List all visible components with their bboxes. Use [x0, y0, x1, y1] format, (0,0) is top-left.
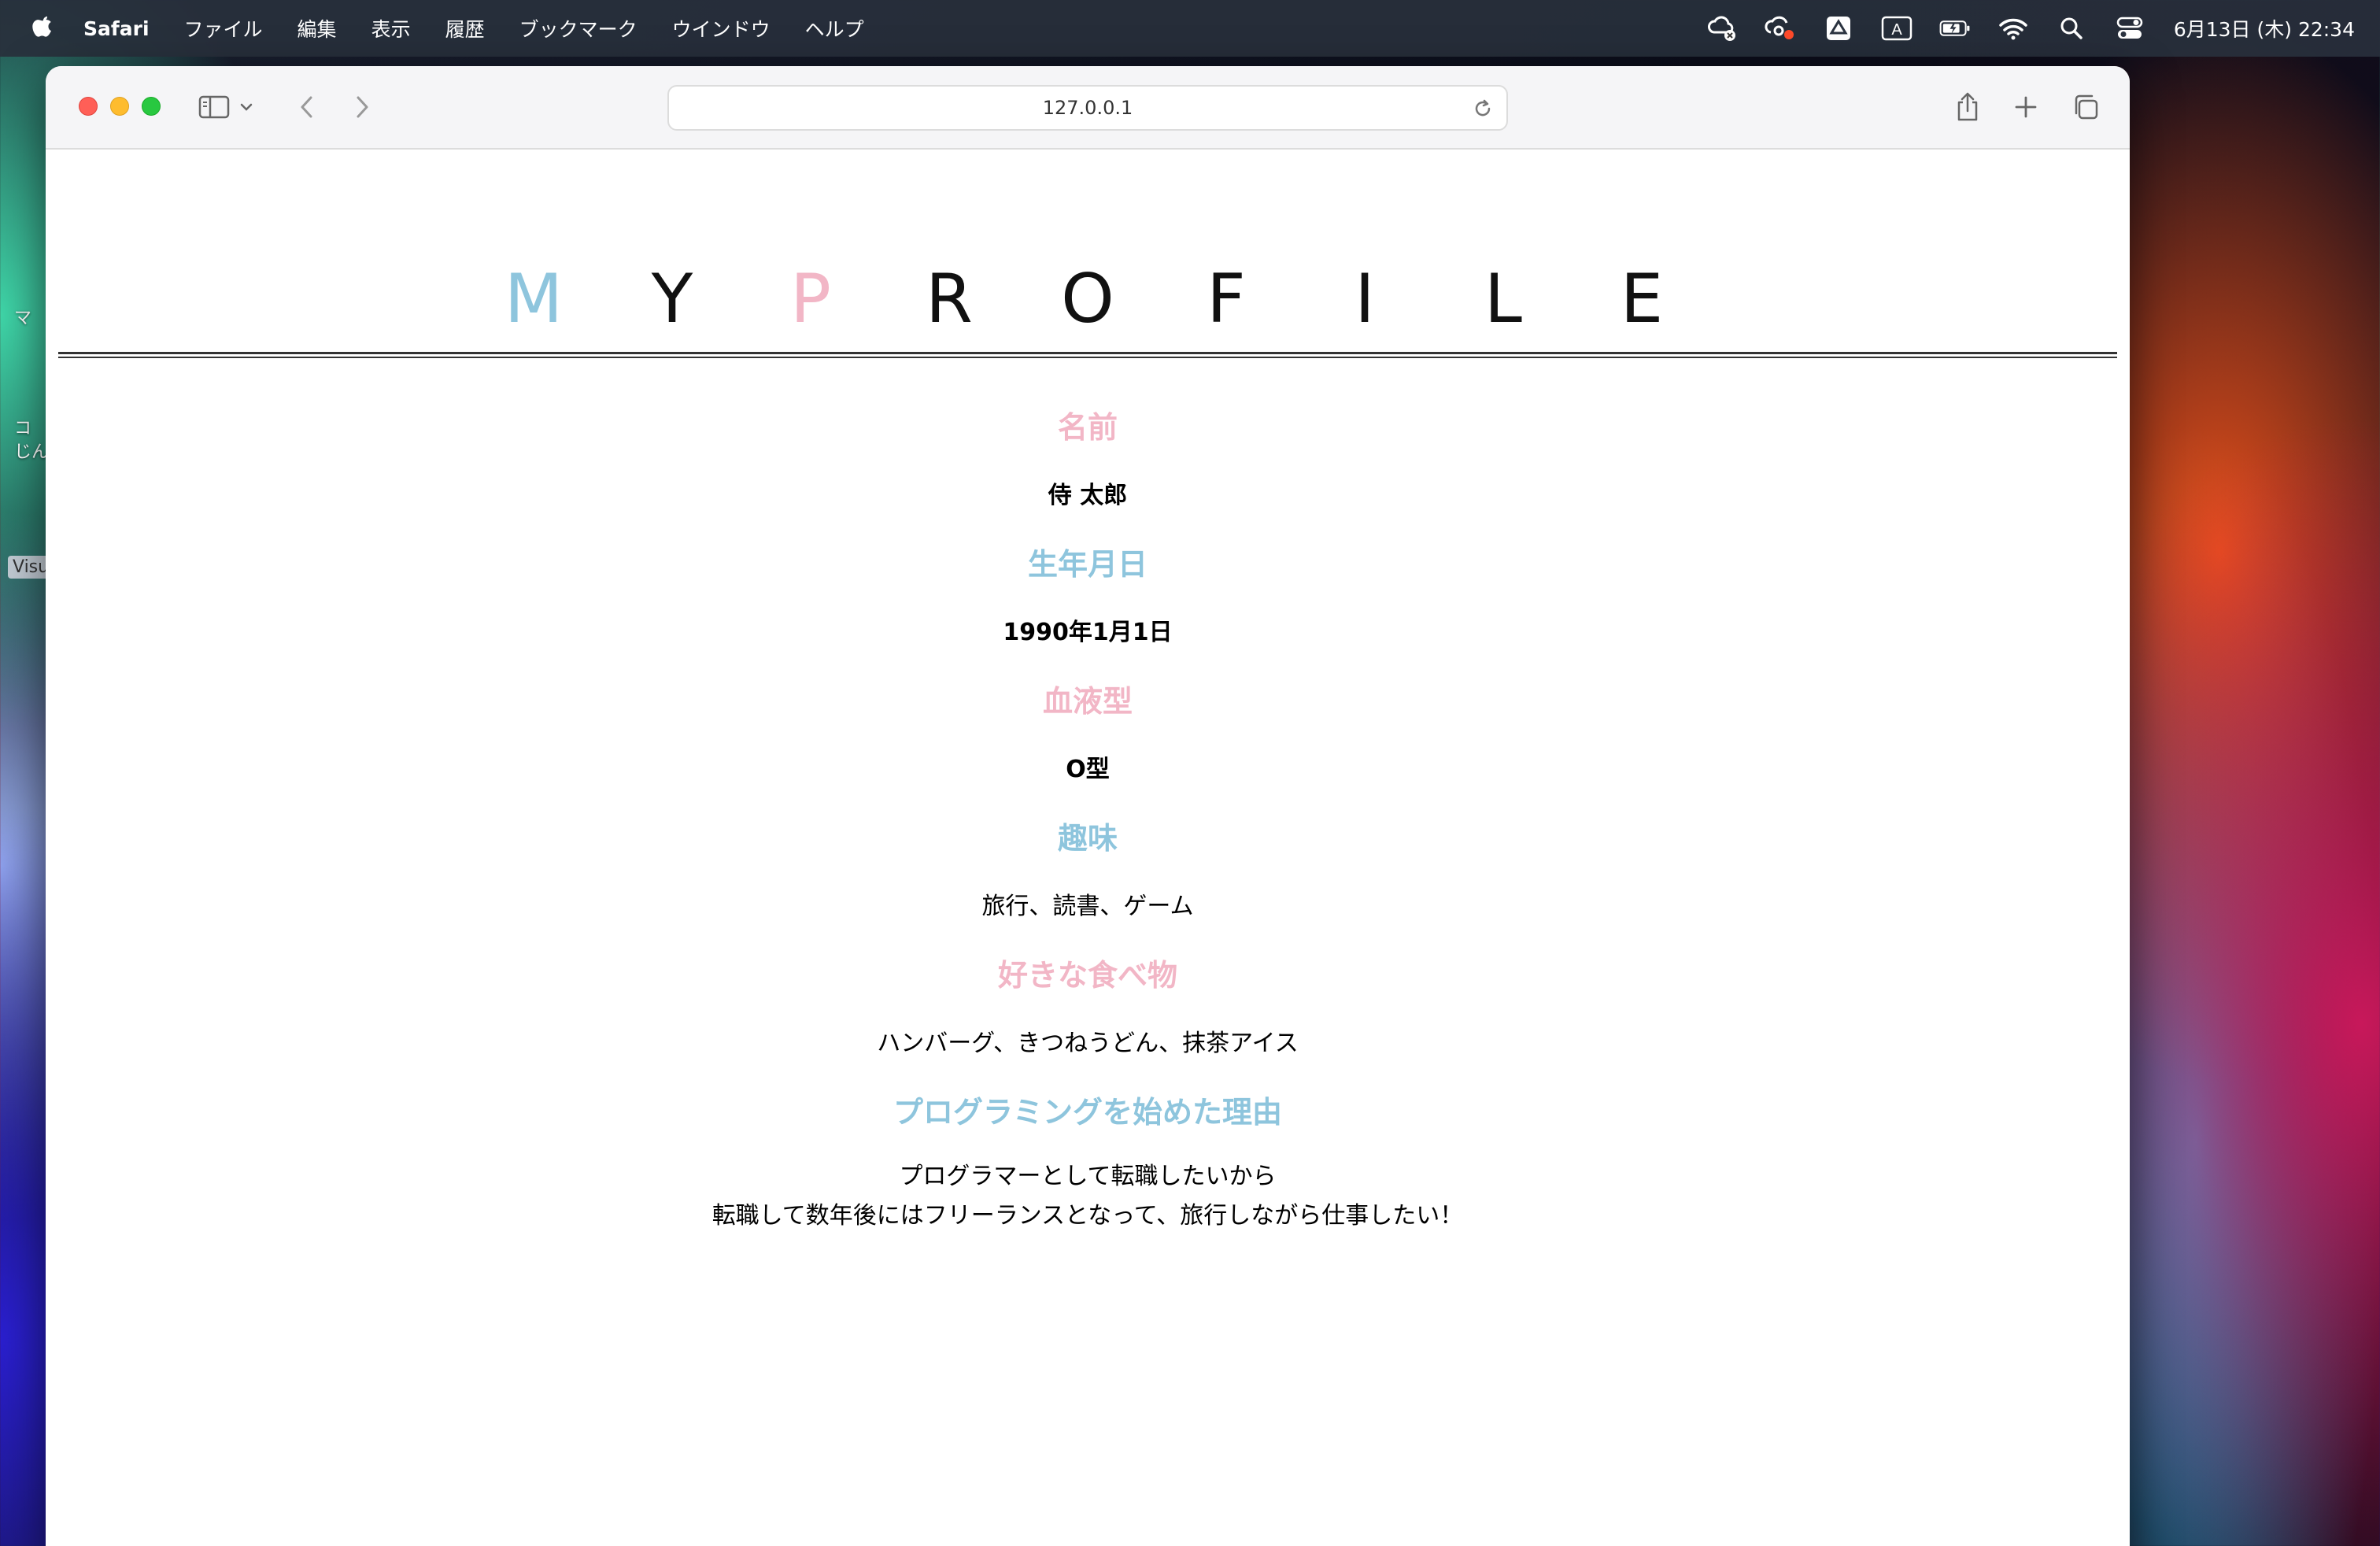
profile-sections: 名前 侍 太郎 生年月日 1990年1月1日 血液型 O型 趣味 旅行、読書、ゲ… [46, 394, 2130, 1236]
page-content: M Y P R O F I L E 名前 侍 太郎 生年月日 1990年1月1日… [46, 150, 2130, 1546]
browser-toolbar: 127.0.0.1 [46, 66, 2130, 150]
search-icon[interactable] [2056, 13, 2087, 44]
forward-button[interactable] [345, 90, 379, 124]
reload-icon[interactable] [1467, 93, 1499, 124]
chevron-down-icon[interactable] [235, 90, 258, 124]
reason-line: 転職して数年後にはフリーランスとなって、旅行しながら仕事したい！ [711, 1202, 1464, 1230]
apple-menu-icon[interactable] [31, 15, 55, 42]
menu-bar: Safari ファイル 編集 表示 履歴 ブックマーク ウインドウ ヘルプ A … [0, 0, 2380, 57]
svg-text:A: A [1891, 21, 1902, 39]
menu-file[interactable]: ファイル [184, 14, 263, 43]
share-icon[interactable] [1950, 90, 1985, 124]
tab-overview-icon[interactable] [2068, 90, 2103, 124]
battery-icon[interactable] [1939, 13, 1971, 44]
heading-birthday: 生年月日 [1027, 547, 1148, 582]
menu-app-safari[interactable]: Safari [83, 17, 150, 40]
address-url: 127.0.0.1 [1042, 97, 1133, 119]
value-blood-type: O型 [1066, 756, 1110, 783]
control-center-icon[interactable] [2114, 13, 2145, 44]
value-hobbies: 旅行、読書、ゲーム [981, 893, 1194, 920]
creative-cloud-icon[interactable] [1706, 13, 1738, 44]
title-letter: E [1620, 260, 1664, 338]
title-letter: P [790, 260, 831, 338]
address-bar[interactable]: 127.0.0.1 [667, 85, 1508, 131]
heading-name: 名前 [1057, 410, 1118, 445]
menu-bookmarks[interactable]: ブックマーク [519, 14, 638, 43]
title-divider [58, 352, 2117, 358]
title-letter: I [1354, 260, 1375, 338]
menu-help[interactable]: ヘルプ [805, 14, 864, 43]
value-name: 侍 太郎 [1048, 482, 1128, 509]
title-letter: L [1484, 260, 1522, 338]
fullscreen-window-button[interactable] [142, 97, 161, 116]
menu-view[interactable]: 表示 [371, 14, 411, 43]
value-programming-reason: プログラマーとして転職したいから 転職して数年後にはフリーランスとなって、旅行し… [46, 1146, 2130, 1236]
heading-programming-reason: プログラミングを始めた理由 [893, 1095, 1282, 1130]
safari-window: 127.0.0.1 M Y P R O F I L E 名前 侍 太郎 生年月日… [46, 66, 2130, 1546]
menubar-clock[interactable]: 6月13日 (木) 22:34 [2174, 14, 2355, 43]
close-window-button[interactable] [79, 97, 98, 116]
title-letter: R [926, 260, 973, 338]
desktop-icon-label[interactable]: マ [14, 304, 31, 329]
menu-window[interactable]: ウインドウ [672, 14, 771, 43]
input-method-icon[interactable]: A [1881, 13, 1913, 44]
back-button[interactable] [290, 90, 324, 124]
title-letter: Y [651, 260, 693, 338]
title-letter: O [1061, 260, 1114, 338]
reason-line: プログラマーとして転職したいから [899, 1163, 1277, 1190]
wifi-icon[interactable] [1998, 13, 2029, 44]
minimize-window-button[interactable] [110, 97, 129, 116]
google-drive-icon[interactable] [1823, 13, 1854, 44]
new-tab-icon[interactable] [2009, 90, 2043, 124]
heading-favorite-food: 好きな食べ物 [997, 958, 1177, 993]
heading-hobbies: 趣味 [1057, 821, 1118, 856]
value-favorite-food: ハンバーグ、きつねうどん、抹茶アイス [877, 1030, 1299, 1057]
value-birthday: 1990年1月1日 [1003, 619, 1173, 646]
page-title: M Y P R O F I L E [46, 260, 2130, 338]
sidebar-toggle-icon[interactable] [197, 90, 231, 124]
menu-history[interactable]: 履歴 [445, 14, 485, 43]
title-letter: M [504, 260, 564, 338]
cloud-sync-icon[interactable] [1765, 13, 1796, 44]
heading-blood-type: 血液型 [1042, 684, 1133, 719]
desktop-icon-label[interactable]: コ [14, 414, 31, 439]
menu-edit[interactable]: 編集 [298, 14, 337, 43]
desktop-icon-label[interactable]: じん [14, 438, 49, 463]
title-letter: F [1207, 260, 1246, 338]
